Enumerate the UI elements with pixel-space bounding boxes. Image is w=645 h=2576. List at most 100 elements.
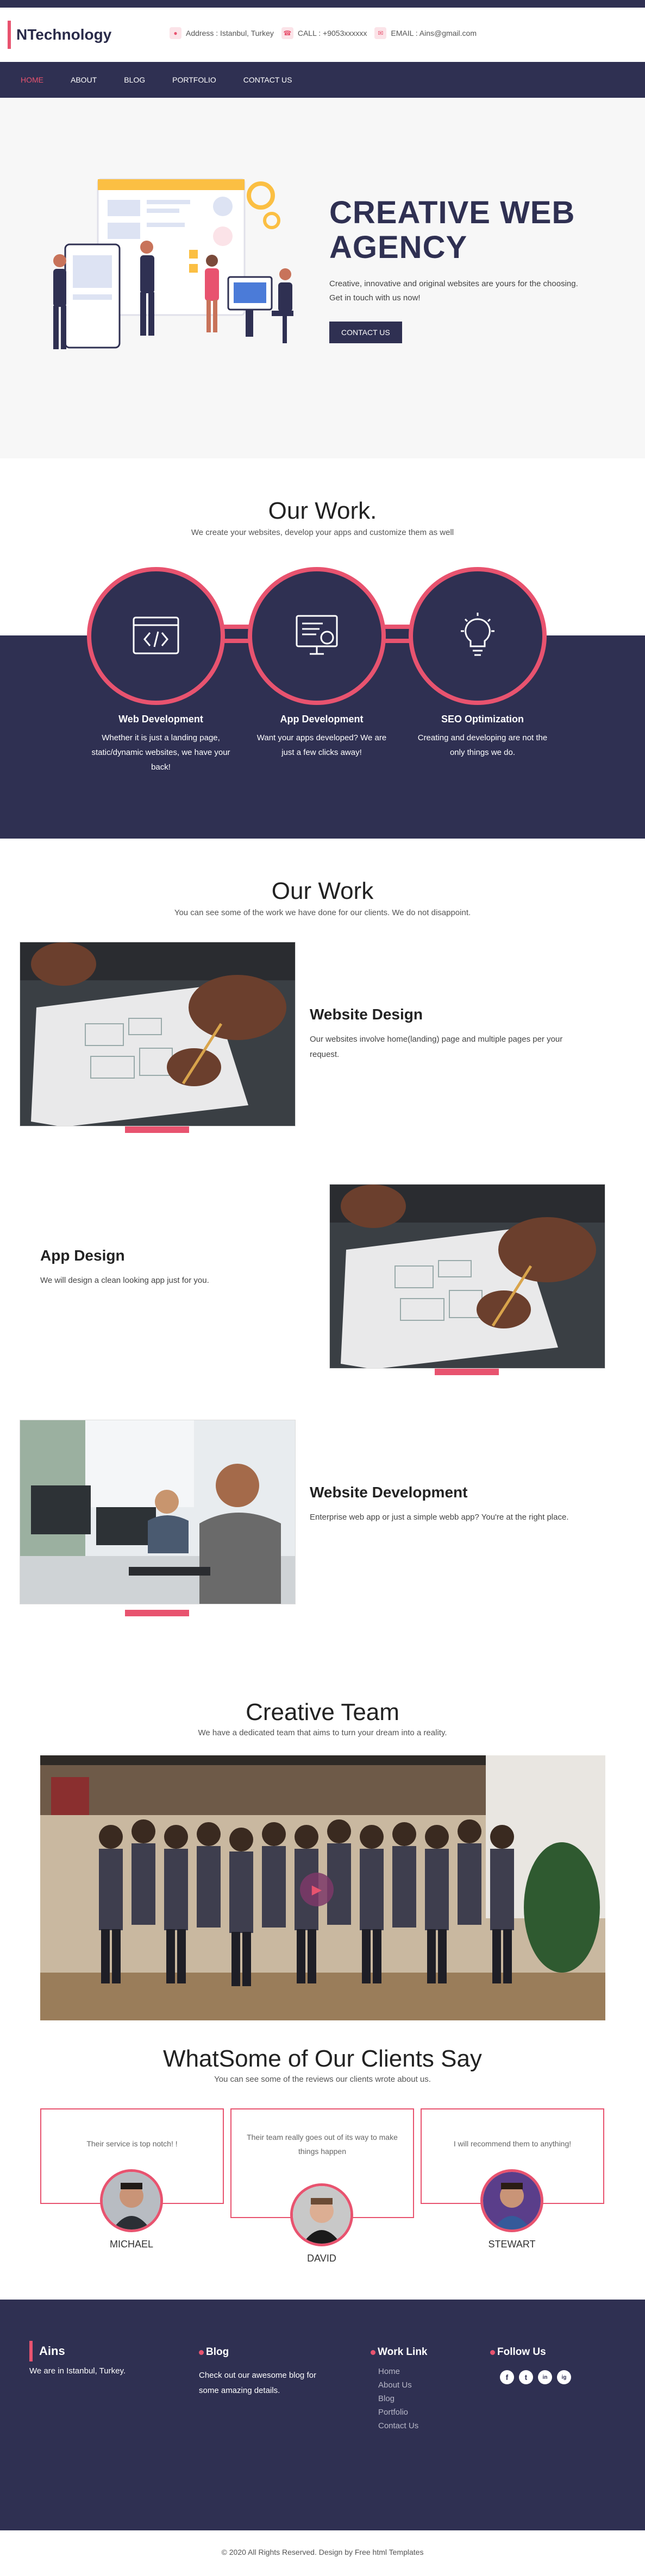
footer-brand: Ains We are in Istanbul, Turkey. (29, 2341, 126, 2379)
services-section: Our Work. We create your websites, devel… (0, 458, 645, 839)
sketch-photo (330, 1185, 605, 1368)
services-title: Our Work. (268, 497, 377, 524)
team-video[interactable]: ▶ (40, 1755, 605, 2020)
portfolio-item-title: Website Design (310, 1006, 423, 1023)
sketch-photo (20, 942, 295, 1126)
footer-links-list: Home About Us Blog Portfolio Contact Us (371, 2365, 428, 2433)
footer-blog-text: Check out our awesome blog for some amaz… (199, 2371, 316, 2395)
contact-info: ● Address : Istanbul, Turkey ☎ CALL : +9… (170, 27, 477, 39)
footer-link-about-us[interactable]: About Us (378, 2378, 428, 2392)
footer-dot (490, 2350, 495, 2355)
phone-icon: ☎ (281, 27, 293, 39)
footer: Ains We are in Istanbul, Turkey. Blog Ch… (0, 2300, 645, 2530)
testimonial-quote: I will recommend them to anything! (453, 2139, 572, 2148)
social-links: f t in ig (490, 2370, 571, 2384)
footer-link-contact-us[interactable]: Contact Us (378, 2419, 428, 2433)
service-web-development: Web Development Whether it is just a lan… (90, 714, 231, 774)
footer-link-portfolio[interactable]: Portfolio (378, 2405, 428, 2419)
portfolio-item-website-development: Website Development Enterprise web app o… (310, 1484, 592, 1525)
footer-brand-name: Ains (39, 2344, 65, 2358)
location-icon: ● (170, 27, 181, 39)
team-subtitle: We have a dedicated team that aims to tu… (198, 1728, 447, 1737)
contact-email-text: EMAIL : Ains@gmail.com (391, 29, 477, 37)
service-title: SEO Optimization (441, 714, 524, 725)
code-icon (133, 616, 179, 654)
monitor-icon (296, 615, 338, 655)
hero-illustration (53, 178, 293, 349)
facebook-icon[interactable]: f (500, 2370, 514, 2384)
footer-blog-heading: Blog (199, 2346, 318, 2358)
linkedin-icon[interactable]: in (538, 2370, 552, 2384)
clients-section: WhatSome of Our Clients Say You can see … (0, 2017, 645, 2300)
portfolio-image-website-development[interactable] (20, 1420, 296, 1604)
contact-phone: ☎ CALL : +9053xxxxxx (281, 27, 367, 39)
team-title: Creative Team (246, 1699, 399, 1725)
services-circles (87, 567, 560, 705)
footer-links-heading: Work Link (371, 2346, 428, 2358)
service-circle-app (248, 567, 386, 705)
service-title: App Development (280, 714, 364, 725)
avatar-stewart (480, 2169, 543, 2232)
instagram-icon[interactable]: ig (557, 2370, 571, 2384)
footer-brand-text: We are in Istanbul, Turkey. (29, 2366, 126, 2376)
portfolio-item-website-design: Website Design Our websites involve home… (310, 1006, 592, 1062)
top-strip (0, 0, 645, 8)
footer-dot (199, 2350, 204, 2355)
lightbulb-icon (461, 613, 494, 656)
portfolio-item-title: Website Development (310, 1484, 468, 1501)
service-text: Whether it is just a landing page, stati… (91, 733, 230, 772)
nav-about[interactable]: ABOUT (71, 75, 97, 84)
avatar-david (290, 2183, 353, 2246)
footer-link-blog[interactable]: Blog (378, 2392, 428, 2405)
footer-links-title: Work Link (378, 2346, 428, 2358)
footer-blog-title: Blog (206, 2346, 229, 2358)
service-app-development: App Development Want your apps developed… (251, 714, 392, 760)
team-section: Creative Team We have a dedicated team t… (0, 1680, 645, 2020)
portfolio-item-title: App Design (40, 1247, 125, 1264)
hero-title: CREATIVE WEB AGENCY (329, 196, 590, 265)
hero-title-line2: AGENCY (329, 230, 468, 265)
portfolio-item-text: We will design a clean looking app just … (40, 1276, 209, 1285)
contact-address-text: Address : Istanbul, Turkey (186, 29, 274, 37)
contact-address: ● Address : Istanbul, Turkey (170, 27, 274, 39)
avatar-michael (100, 2169, 163, 2232)
portfolio-subtitle: You can see some of the work we have don… (174, 908, 471, 917)
contact-email: ✉ EMAIL : Ains@gmail.com (374, 27, 477, 39)
portfolio-image-app-design[interactable] (329, 1184, 605, 1369)
main-nav: HOME ABOUT BLOG PORTFOLIO CONTACT US (0, 62, 645, 98)
portfolio-title: Our Work (271, 878, 374, 904)
logo-accent-bar (8, 21, 11, 49)
hero-title-line1: CREATIVE WEB (329, 195, 575, 230)
nav-portfolio[interactable]: PORTFOLIO (172, 75, 216, 84)
service-circle-web (87, 567, 225, 705)
footer-dot (371, 2350, 375, 2355)
portfolio-item-app-design: App Design We will design a clean lookin… (40, 1247, 323, 1288)
client-name: DAVID (307, 2253, 336, 2264)
contact-us-button[interactable]: CONTACT US (329, 322, 402, 343)
footer-accent-bar (29, 2341, 33, 2361)
hero-subtitle: Creative, innovative and original websit… (329, 279, 578, 303)
service-text: Want your apps developed? We are just a … (256, 733, 387, 757)
testimonial-quote: Their team really goes out of its way to… (247, 2133, 398, 2156)
nav-blog[interactable]: BLOG (124, 75, 145, 84)
office-photo (20, 1420, 295, 1604)
play-button[interactable]: ▶ (300, 1873, 334, 1906)
client-name: MICHAEL (109, 2239, 153, 2250)
testimonial-quote: Their service is top notch! ! (86, 2139, 178, 2148)
footer-brand-heading: Ains (29, 2341, 126, 2361)
footer-link-home[interactable]: Home (378, 2365, 428, 2378)
portfolio-accent-bar (125, 1126, 189, 1133)
twitter-icon[interactable]: t (519, 2370, 533, 2384)
email-icon: ✉ (374, 27, 387, 39)
service-text: Creating and developing are not the only… (417, 733, 548, 757)
portfolio-section: Our Work You can see some of the work we… (0, 839, 645, 1680)
nav-home[interactable]: HOME (21, 75, 43, 84)
portfolio-item-text: Our websites involve home(landing) page … (310, 1035, 563, 1059)
services-subtitle: We create your websites, develop your ap… (191, 528, 454, 537)
logo-text: NTechnology (16, 26, 112, 43)
portfolio-image-website-design[interactable] (20, 942, 296, 1126)
nav-contact-us[interactable]: CONTACT US (243, 75, 292, 84)
hero-text: CREATIVE WEB AGENCY Creative, innovative… (329, 196, 590, 343)
top-header: NTechnology ● Address : Istanbul, Turkey… (0, 8, 645, 62)
logo[interactable]: NTechnology (8, 21, 111, 49)
